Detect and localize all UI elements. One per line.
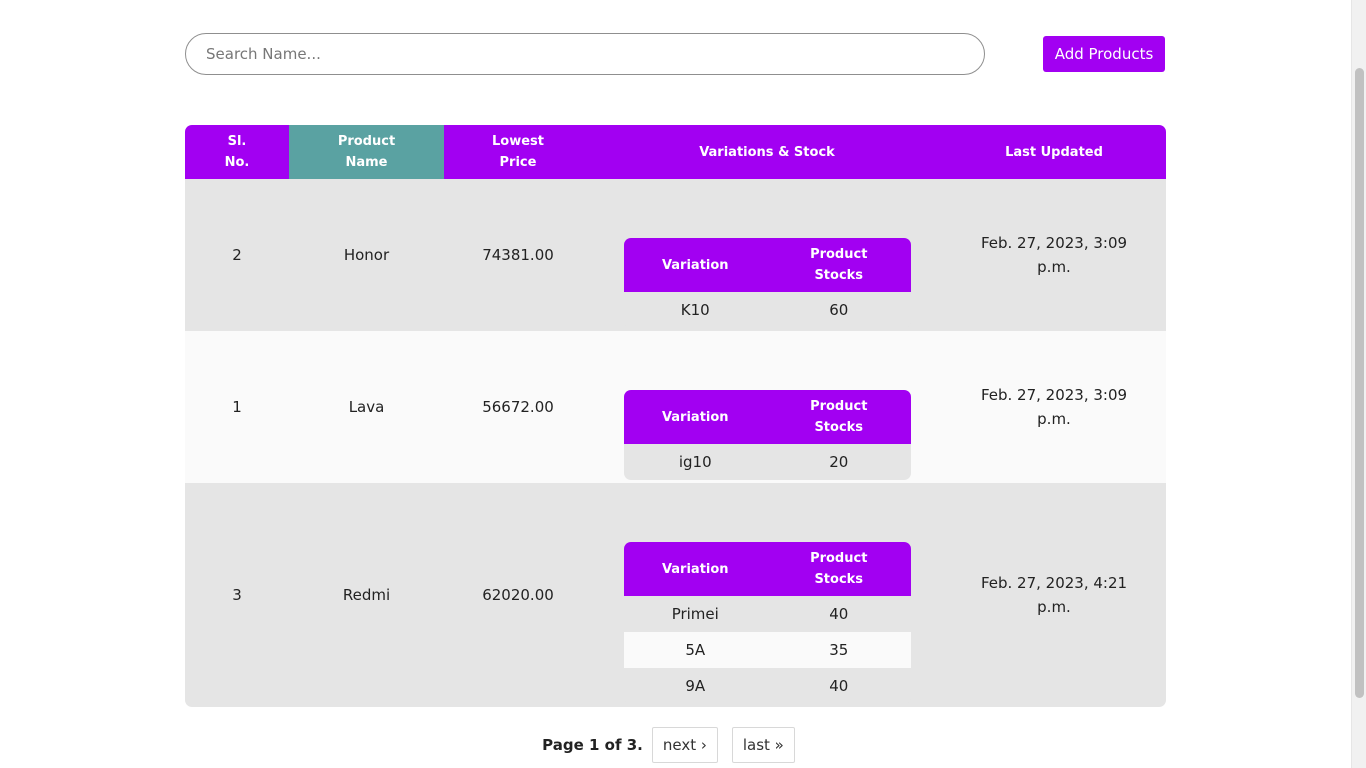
updated-cell: Feb. 27, 2023, 4:21 p.m. — [942, 483, 1166, 707]
add-products-button[interactable]: Add Products — [1043, 36, 1165, 72]
next-page-link[interactable]: next › — [651, 727, 718, 763]
variation-name: K10 — [623, 292, 767, 328]
variations-table: Variation Product Stocks ig10 20 — [623, 390, 911, 480]
stocks-header: Product Stocks — [767, 238, 911, 292]
header-last-updated[interactable]: Last Updated — [942, 125, 1166, 179]
price-cell: 62020.00 — [444, 483, 592, 707]
variations-cell: Variation Product Stocks ig10 20 — [592, 331, 942, 483]
header-sl-no[interactable]: Sl. No. — [185, 125, 289, 179]
product-name-cell: Redmi — [289, 483, 444, 707]
products-table: Sl. No. Product Name Lowest Price Variat… — [185, 125, 1166, 707]
updated-cell: Feb. 27, 2023, 3:09 p.m. — [942, 331, 1166, 483]
variation-header: Variation — [623, 238, 767, 292]
page-info: Page 1 of 3. — [542, 736, 643, 754]
variation-row: 5A 35 — [623, 632, 911, 668]
variation-stock: 20 — [767, 444, 911, 480]
vertical-scrollbar[interactable] — [1351, 0, 1366, 768]
header-lowest-price[interactable]: Lowest Price — [444, 125, 592, 179]
variation-stock: 35 — [767, 632, 911, 668]
variation-name: 9A — [623, 668, 767, 704]
table-row: 1 Lava 56672.00 Variation Product Stocks — [185, 331, 1166, 483]
price-cell: 56672.00 — [444, 331, 592, 483]
pagination: Page 1 of 3. next › last » — [0, 727, 1351, 763]
variation-row: Primei 40 — [623, 596, 911, 632]
variation-row: K10 60 — [623, 292, 911, 328]
variation-header: Variation — [623, 542, 767, 596]
sl-no-cell: 2 — [185, 179, 289, 331]
updated-cell: Feb. 27, 2023, 3:09 p.m. — [942, 179, 1166, 331]
variations-cell: Variation Product Stocks K10 60 — [592, 179, 942, 331]
table-header-row: Sl. No. Product Name Lowest Price Variat… — [185, 125, 1166, 179]
variation-name: 5A — [623, 632, 767, 668]
stocks-header: Product Stocks — [767, 390, 911, 444]
table-row: 2 Honor 74381.00 Variation Product Stock… — [185, 179, 1166, 331]
variation-row: ig10 20 — [623, 444, 911, 480]
page: Add Products Sl. No. Product Name Lowest… — [0, 0, 1351, 768]
scrollbar-thumb[interactable] — [1355, 68, 1364, 698]
variation-stock: 40 — [767, 596, 911, 632]
product-name-cell: Honor — [289, 179, 444, 331]
variation-stock: 40 — [767, 668, 911, 704]
last-page-link[interactable]: last » — [731, 727, 795, 763]
table-row: 3 Redmi 62020.00 Variation Product Stock… — [185, 483, 1166, 707]
variation-name: Primei — [623, 596, 767, 632]
price-cell: 74381.00 — [444, 179, 592, 331]
header-product-name[interactable]: Product Name — [289, 125, 444, 179]
stocks-header: Product Stocks — [767, 542, 911, 596]
header-variations-stock[interactable]: Variations & Stock — [592, 125, 942, 179]
variation-row: 9A 40 — [623, 668, 911, 704]
variation-header: Variation — [623, 390, 767, 444]
sl-no-cell: 1 — [185, 331, 289, 483]
search-input[interactable] — [185, 33, 985, 75]
variations-cell: Variation Product Stocks Primei 40 5A 35 — [592, 483, 942, 707]
product-name-cell: Lava — [289, 331, 444, 483]
sl-no-cell: 3 — [185, 483, 289, 707]
variation-stock: 60 — [767, 292, 911, 328]
variations-table: Variation Product Stocks Primei 40 5A 35 — [623, 542, 911, 704]
variations-table: Variation Product Stocks K10 60 — [623, 238, 911, 328]
variation-name: ig10 — [623, 444, 767, 480]
